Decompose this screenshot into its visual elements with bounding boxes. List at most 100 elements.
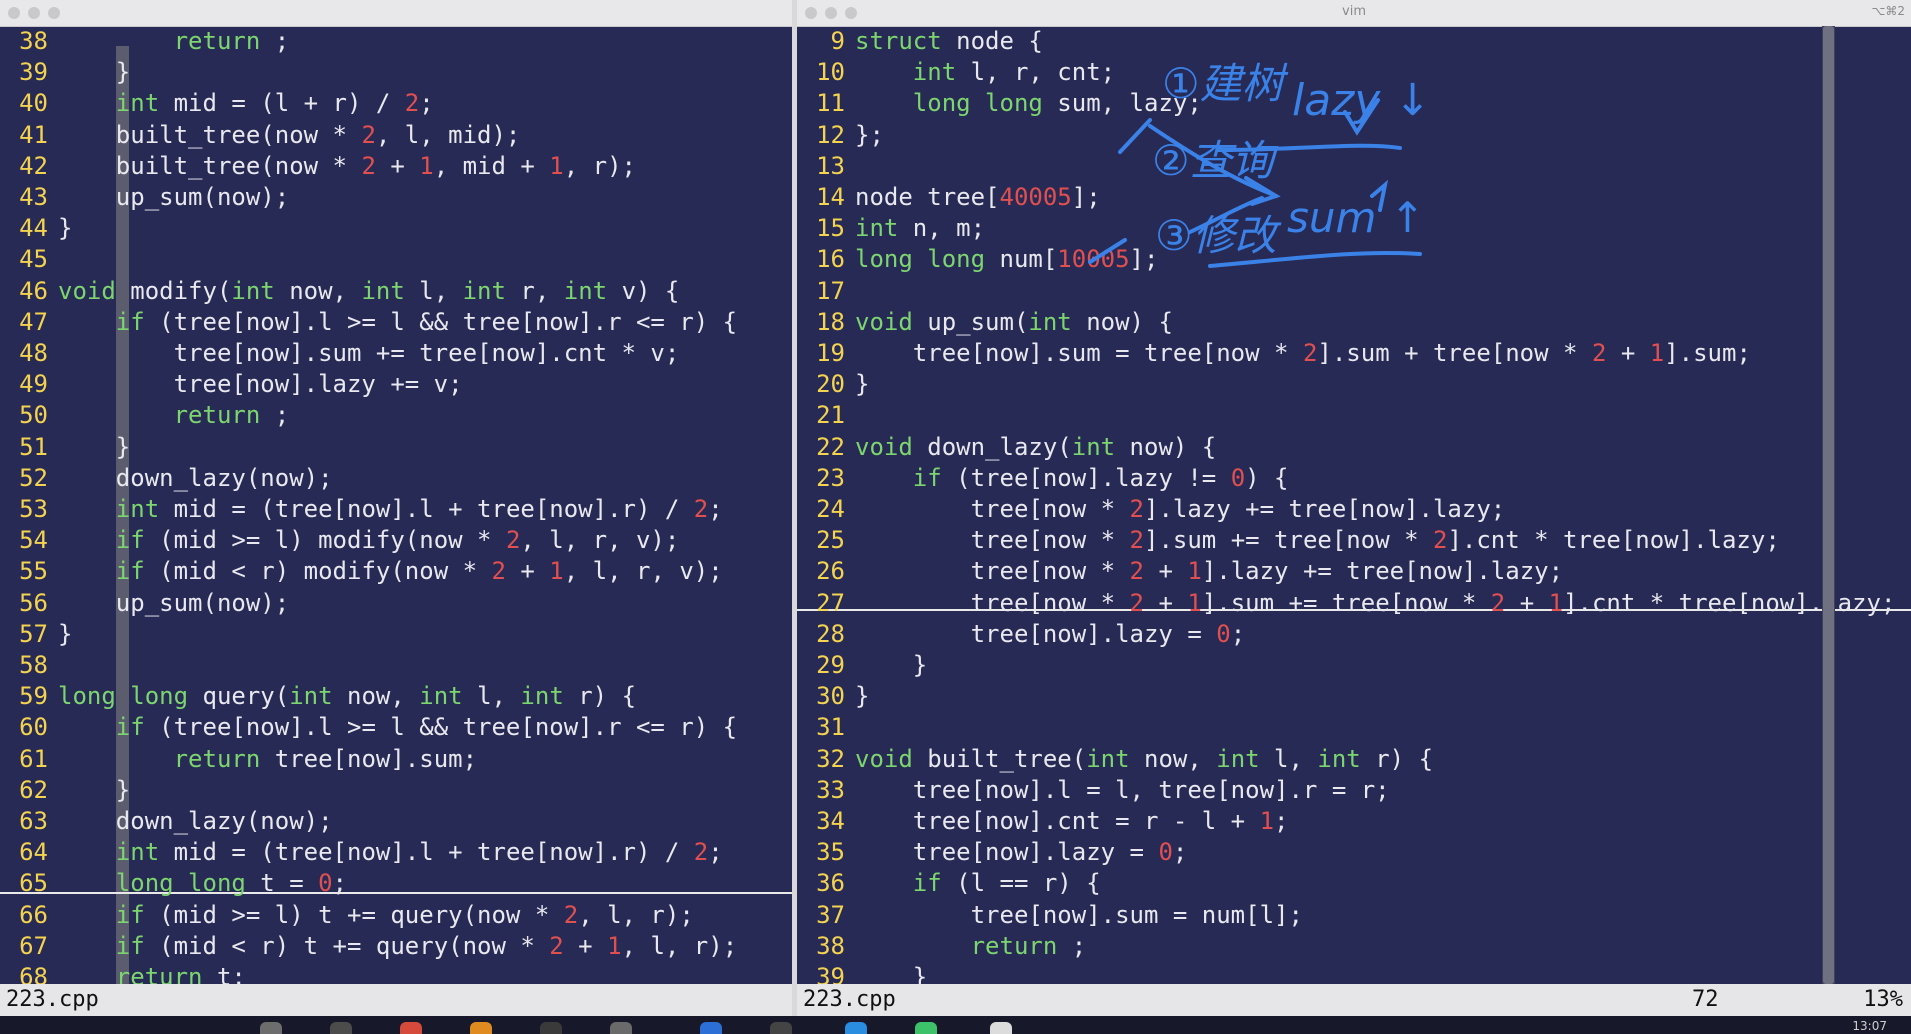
line-number: 64 [19,838,48,867]
code-text[interactable]: if (mid >= l) t += query(now * 2, l, r); [58,900,694,931]
close-button[interactable] [8,7,20,19]
code-text[interactable]: long long query(int now, int l, int r) { [58,681,636,712]
annotation-sum: sum ↑ [1287,193,1425,242]
code-text[interactable]: tree[now * 2 + 1].lazy += tree[now].lazy… [855,556,1563,587]
code-text[interactable]: tree[now].sum += tree[now].cnt * v; [58,338,680,369]
code-text[interactable]: } [58,619,72,650]
line-number: 55 [19,557,48,586]
code-text[interactable]: if (l == r) { [855,868,1101,899]
line-number: 50 [19,401,48,430]
line-number: 20 [816,370,845,399]
dock-app-icon[interactable] [915,1022,937,1034]
line-number: 33 [816,775,845,804]
line-number: 53 [19,495,48,523]
code-text[interactable]: tree[now].lazy = 0; [855,837,1188,868]
vim-pane-left[interactable]: 38 return ; 39 } 40 int mid = (l + r) / 2;… [0,0,792,1016]
code-text[interactable]: up_sum(now); [58,182,289,213]
line-number: 34 [816,807,845,835]
dock-app-icon[interactable] [610,1022,632,1034]
code-text[interactable]: int mid = (l + r) / 2; [58,88,434,119]
line-number: 42 [19,151,48,180]
code-text[interactable]: tree[now * 2].sum += tree[now * 2].cnt *… [855,525,1780,556]
code-text[interactable]: if (mid < r) t += query(now * 2 + 1, l, … [58,931,737,962]
code-text[interactable]: } [855,369,869,400]
line-number: 25 [816,526,845,555]
code-text[interactable]: void up_sum(int now) { [855,307,1173,338]
code-text[interactable]: tree[now].sum = tree[now * 2].sum + tree… [855,338,1751,369]
code-text[interactable]: } [855,681,869,712]
line-number: 62 [19,775,48,804]
code-text[interactable]: tree[now].lazy = 0; [855,619,1246,650]
line-number: 57 [19,619,48,648]
line-number: 41 [19,120,48,149]
line-number: 43 [19,183,48,211]
code-text[interactable]: down_lazy(now); [58,806,333,837]
minimize-button[interactable] [28,7,40,19]
code-text[interactable]: } [58,57,130,88]
code-text[interactable]: if (tree[now].l >= l && tree[now].r <= r… [58,712,737,743]
dock-app-icon[interactable] [400,1022,422,1034]
status-position: 72 [1692,987,1719,1012]
line-number: 59 [19,682,48,711]
ink-connector [1088,238,1127,264]
line-number: 66 [19,900,48,929]
code-text[interactable]: up_sum(now); [58,588,289,619]
code-text[interactable]: return ; [855,931,1087,962]
code-text[interactable]: return ; [58,400,290,431]
code-text[interactable]: tree[now * 2 + 1].sum += tree[now * 2 + … [855,588,1896,619]
code-text[interactable]: } [855,650,927,681]
annotation-build: ①建树 [1162,59,1289,108]
line-number: 45 [19,245,48,274]
code-text[interactable]: return tree[now].sum; [58,744,477,775]
code-text[interactable]: built_tree(now * 2 + 1, mid + 1, r); [58,151,636,182]
annotation-query: ②查询 [1152,136,1279,185]
dock-app-icon[interactable] [845,1022,867,1034]
line-number: 47 [19,307,48,336]
zoom-button[interactable] [48,7,60,19]
line-number: 38 [19,27,48,55]
code-text[interactable]: tree[now].sum = num[l]; [855,900,1303,931]
code-text[interactable]: if (tree[now].l >= l && tree[now].r <= r… [58,307,737,338]
code-text[interactable]: if (mid < r) modify(now * 2 + 1, l, r, v… [58,556,723,587]
dock-app-icon[interactable] [540,1022,562,1034]
window-titlebar-left[interactable] [0,0,792,27]
code-text[interactable]: void modify(int now, int l, int r, int v… [58,276,679,307]
code-text[interactable]: } [58,213,72,244]
dock-app-icon[interactable] [770,1022,792,1034]
code-text[interactable]: built_tree(now * 2, l, mid); [58,120,521,151]
dock-app-icon[interactable] [330,1022,352,1034]
line-number: 22 [816,432,845,461]
line-number: 24 [816,495,845,523]
status-filename: 223.cpp [803,987,896,1012]
line-number: 65 [19,869,48,898]
code-text[interactable]: tree[now].lazy += v; [58,369,463,400]
code-text[interactable]: void built_tree(int now, int l, int r) { [855,744,1433,775]
dock-app-icon[interactable] [260,1022,282,1034]
line-number: 18 [816,307,845,336]
line-number: 21 [816,401,845,430]
code-text[interactable]: down_lazy(now); [58,463,333,494]
dock-app-icon[interactable] [990,1022,1012,1034]
code-text[interactable]: int mid = (tree[now].l + tree[now].r) / … [58,837,723,868]
line-number: 60 [19,713,48,742]
code-text[interactable]: if (tree[now].lazy != 0) { [855,463,1289,494]
line-number: 61 [19,744,48,773]
code-text[interactable]: int mid = (tree[now].l + tree[now].r) / … [58,494,723,525]
code-text[interactable]: long long t = 0; [58,868,347,899]
code-text[interactable]: tree[now * 2].lazy += tree[now].lazy; [855,494,1506,525]
dock-app-icon[interactable] [700,1022,722,1034]
dock-app-icon[interactable] [470,1022,492,1034]
line-number: 52 [19,463,48,492]
line-number: 19 [816,339,845,367]
code-text[interactable]: } [58,775,130,806]
vim-pane-right[interactable]: vim ⌥⌘2 9 struct node {10 int l, r, cnt; 1… [797,0,1911,1016]
code-text[interactable]: return ; [58,26,290,57]
line-number: 40 [19,89,48,118]
code-text[interactable]: tree[now].l = l, tree[now].r = r; [855,775,1390,806]
line-number: 39 [19,58,48,87]
code-text[interactable]: tree[now].cnt = r - l + 1; [855,806,1289,837]
code-text[interactable]: if (mid >= l) modify(now * 2, l, r, v); [58,525,680,556]
code-text[interactable]: void down_lazy(int now) { [855,432,1216,463]
code-text[interactable]: } [58,432,130,463]
line-number: 31 [816,713,845,742]
